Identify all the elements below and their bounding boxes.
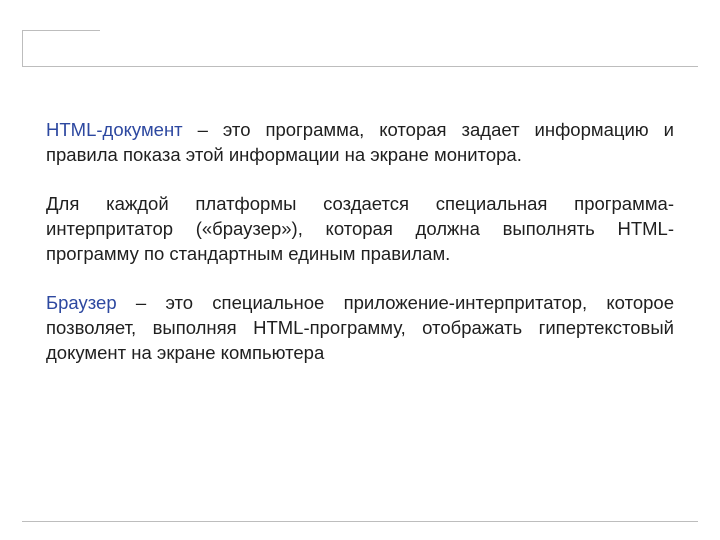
corner-decoration (22, 30, 100, 66)
bottom-divider (22, 521, 698, 522)
paragraph-3: Браузер – это специальное приложение-инт… (46, 291, 674, 366)
slide-frame: HTML-документ – это программа, которая з… (22, 30, 698, 522)
term-browser: Браузер (46, 292, 117, 313)
slide-content: HTML-документ – это программа, которая з… (46, 118, 674, 390)
paragraph-2: Для каждой платформы создается специальн… (46, 192, 674, 267)
term-html-document: HTML-документ (46, 119, 183, 140)
top-divider (22, 66, 698, 67)
paragraph-1: HTML-документ – это программа, которая з… (46, 118, 674, 168)
paragraph-3-rest: – это специальное приложение-интерпритат… (46, 292, 674, 363)
